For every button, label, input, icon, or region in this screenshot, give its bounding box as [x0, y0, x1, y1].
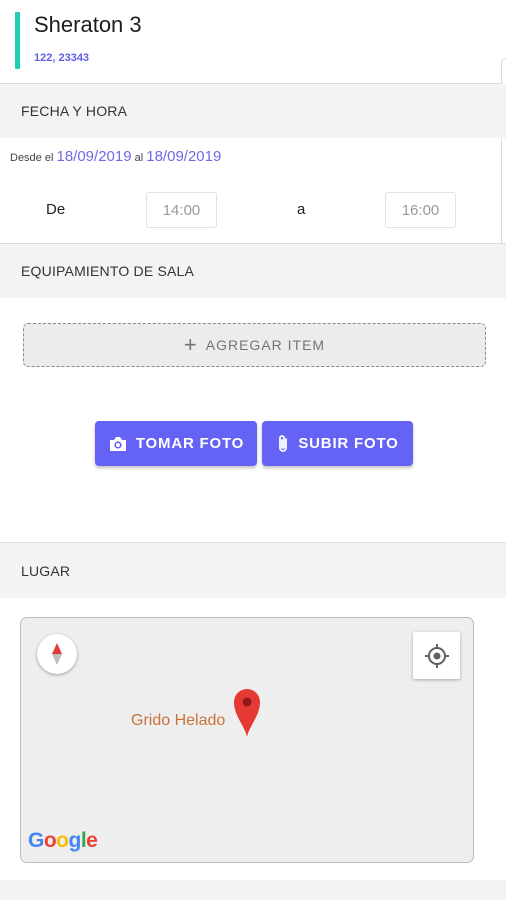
equipment-section-header: EQUIPAMIENTO DE SALA [0, 244, 506, 298]
my-location-button[interactable] [413, 632, 460, 679]
header: Sheraton 3 122, 23343 [0, 0, 506, 248]
google-logo: Google [28, 829, 98, 852]
equipment-section-title: EQUIPAMIENTO DE SALA [21, 263, 195, 279]
add-item-label: AGREGAR ITEM [205, 337, 326, 353]
add-item-button[interactable]: + AGREGAR ITEM [23, 323, 486, 367]
from-time-label: De [46, 201, 66, 218]
bottom-band [0, 880, 506, 900]
place-section-header: LUGAR [0, 543, 506, 598]
page-title: Sheraton 3 [34, 12, 142, 37]
accent-bar [15, 12, 20, 69]
to-time-input[interactable]: 16:00 [385, 192, 456, 228]
compass-icon [52, 643, 62, 665]
date-section-title: FECHA Y HORA [21, 103, 128, 119]
from-prefix: Desde el [10, 152, 54, 164]
date-section-header: FECHA Y HORA [0, 84, 506, 138]
page-subtitle: 122, 23343 [34, 52, 90, 64]
upload-photo-label: SUBIR FOTO [298, 435, 399, 452]
place-section-title: LUGAR [21, 563, 71, 579]
to-prefix: al [134, 152, 144, 164]
compass-button[interactable] [37, 634, 77, 674]
take-photo-button[interactable]: TOMAR FOTO [95, 421, 257, 466]
camera-icon [109, 436, 126, 451]
map-view[interactable]: Grido Helado Google [20, 617, 474, 863]
place-label: Grido Helado [131, 712, 226, 729]
upload-photo-button[interactable]: SUBIR FOTO [262, 421, 413, 466]
from-time-input[interactable]: 14:00 [146, 192, 217, 228]
from-date[interactable]: 18/09/2019 [56, 148, 131, 165]
crosshair-icon [424, 643, 449, 668]
take-photo-label: TOMAR FOTO [135, 435, 245, 452]
to-time-label: a [297, 201, 306, 218]
map-pin-icon[interactable] [232, 686, 262, 738]
paperclip-icon [279, 434, 288, 452]
plus-icon: + [183, 332, 198, 357]
to-date[interactable]: 18/09/2019 [146, 148, 221, 165]
date-range: Desde el 18/09/2019 al 18/09/2019 [10, 148, 221, 165]
